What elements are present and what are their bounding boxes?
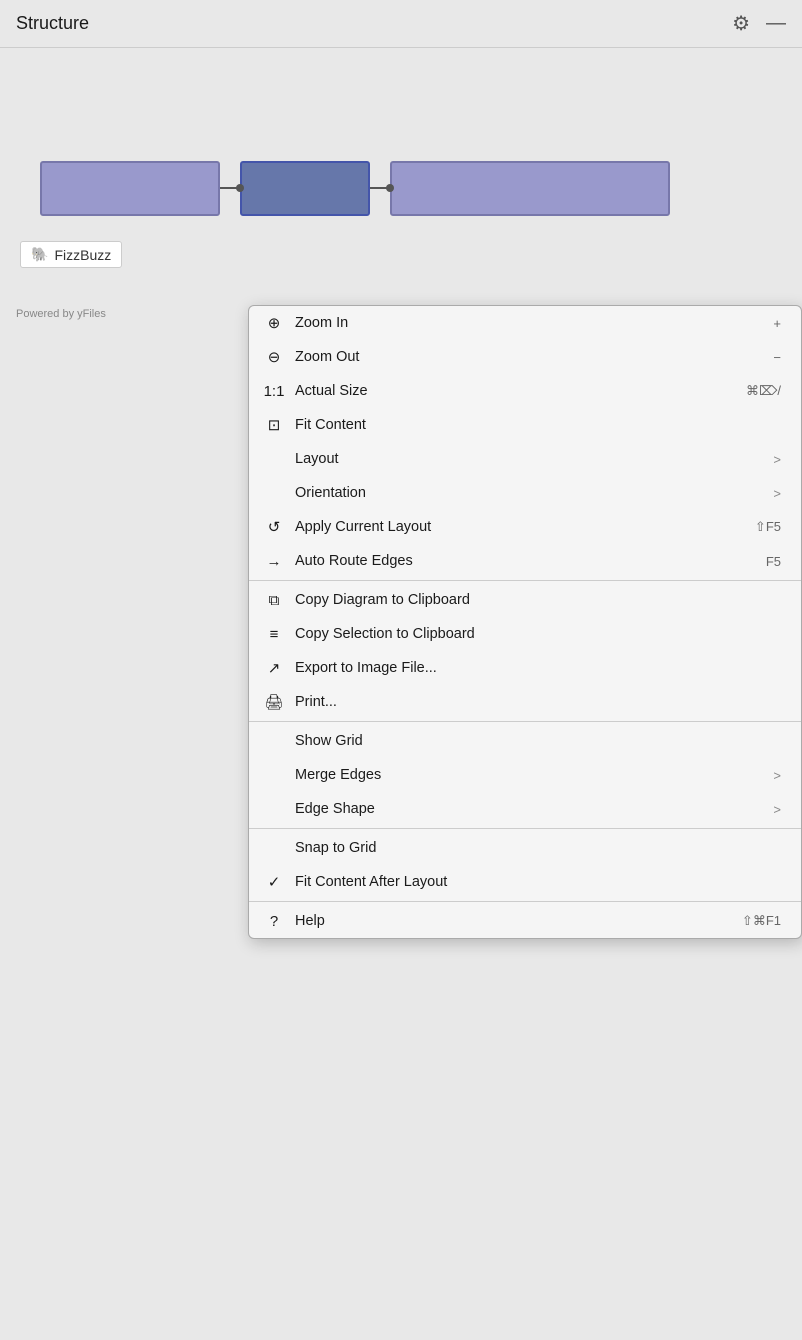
menu-item-fit-content-after-layout[interactable]: ✓ Fit Content After Layout xyxy=(249,865,801,899)
print-separator xyxy=(249,721,801,722)
zoom-in-shortcut: + xyxy=(773,316,781,331)
minimize-icon[interactable]: — xyxy=(766,12,786,35)
copy-diagram-left: ⧉ Copy Diagram to Clipboard xyxy=(263,592,470,609)
auto-route-edges-separator xyxy=(249,580,801,581)
apply-current-layout-shortcut: ⇧F5 xyxy=(755,519,781,535)
export-image-left: ↗ Export to Image File... xyxy=(263,659,437,677)
menu-item-help[interactable]: ? Help ⇧⌘F1 xyxy=(249,904,801,938)
apply-current-layout-label: Apply Current Layout xyxy=(295,519,431,535)
show-grid-left: Show Grid xyxy=(263,733,363,749)
menu-item-apply-current-layout[interactable]: ↺ Apply Current Layout ⇧F5 xyxy=(249,510,801,544)
apply-current-layout-left: ↺ Apply Current Layout xyxy=(263,518,431,536)
check-icon: ✓ xyxy=(263,873,285,891)
auto-route-edges-left: → Auto Route Edges xyxy=(263,553,413,570)
gear-icon[interactable]: ⚙ xyxy=(732,11,750,36)
snap-to-grid-label: Snap to Grid xyxy=(295,840,376,856)
print-icon: 🖨 xyxy=(263,693,285,711)
node-right[interactable] xyxy=(390,161,670,216)
layout-arrow: > xyxy=(773,452,781,467)
menu-item-export-image[interactable]: ↗ Export to Image File... xyxy=(249,651,801,685)
menu-item-copy-diagram[interactable]: ⧉ Copy Diagram to Clipboard xyxy=(249,583,801,617)
help-left: ? Help xyxy=(263,913,325,930)
copy-selection-left: ≡ Copy Selection to Clipboard xyxy=(263,626,475,643)
fit-content-left: ⊡ Fit Content xyxy=(263,416,366,434)
menu-item-merge-edges[interactable]: Merge Edges > xyxy=(249,758,801,792)
fizzbuzz-text: FizzBuzz xyxy=(54,247,111,263)
menu-item-print[interactable]: 🖨 Print... xyxy=(249,685,801,719)
copy-diagram-icon: ⧉ xyxy=(263,592,285,609)
connector-left xyxy=(220,187,240,189)
menu-item-zoom-in[interactable]: ⊕ Zoom In + xyxy=(249,306,801,340)
merge-edges-left: Merge Edges xyxy=(263,767,381,783)
fit-content-after-layout-label: Fit Content After Layout xyxy=(295,874,447,890)
fizzbuzz-icon: 🐘 xyxy=(31,246,48,263)
menu-item-snap-to-grid[interactable]: Snap to Grid xyxy=(249,831,801,865)
fit-content-after-layout-left: ✓ Fit Content After Layout xyxy=(263,873,447,891)
orientation-arrow: > xyxy=(773,486,781,501)
powered-by-label: Powered by yFiles xyxy=(16,308,106,320)
auto-route-edges-shortcut: F5 xyxy=(766,554,781,569)
actual-size-left: 1:1 Actual Size xyxy=(263,383,368,400)
print-label: Print... xyxy=(295,694,337,710)
menu-item-orientation[interactable]: Orientation > xyxy=(249,476,801,510)
edge-shape-label: Edge Shape xyxy=(295,801,375,817)
help-label: Help xyxy=(295,913,325,929)
snap-to-grid-left: Snap to Grid xyxy=(263,840,376,856)
zoom-out-icon: ⊖ xyxy=(263,348,285,366)
title-bar: Structure ⚙ — xyxy=(0,0,802,48)
orientation-label: Orientation xyxy=(295,485,366,501)
zoom-out-left: ⊖ Zoom Out xyxy=(263,348,359,366)
menu-item-edge-shape[interactable]: Edge Shape > xyxy=(249,792,801,826)
help-shortcut: ⇧⌘F1 xyxy=(742,913,781,929)
apply-current-layout-icon: ↺ xyxy=(263,518,285,536)
menu-item-copy-selection[interactable]: ≡ Copy Selection to Clipboard xyxy=(249,617,801,651)
fit-content-label: Fit Content xyxy=(295,417,366,433)
actual-size-icon: 1:1 xyxy=(263,383,285,400)
merge-edges-arrow: > xyxy=(773,768,781,783)
layout-left: Layout xyxy=(263,451,339,467)
fizzbuzz-label[interactable]: 🐘 FizzBuzz xyxy=(20,241,122,268)
edge-shape-arrow: > xyxy=(773,802,781,817)
layout-label: Layout xyxy=(295,451,339,467)
help-icon: ? xyxy=(263,913,285,930)
connector-right xyxy=(370,187,390,189)
fit-content-icon: ⊡ xyxy=(263,416,285,434)
node-center[interactable] xyxy=(240,161,370,216)
zoom-out-label: Zoom Out xyxy=(295,349,359,365)
title-bar-controls: ⚙ — xyxy=(732,11,786,36)
zoom-in-label: Zoom In xyxy=(295,315,348,331)
copy-selection-label: Copy Selection to Clipboard xyxy=(295,626,475,642)
fit-content-after-layout-separator xyxy=(249,901,801,902)
auto-route-edges-icon: → xyxy=(263,553,285,570)
edge-shape-separator xyxy=(249,828,801,829)
zoom-out-shortcut: − xyxy=(773,350,781,365)
zoom-in-icon: ⊕ xyxy=(263,314,285,332)
diagram-canvas: 🐘 FizzBuzz Powered by yFiles xyxy=(0,48,802,328)
copy-diagram-label: Copy Diagram to Clipboard xyxy=(295,592,470,608)
show-grid-label: Show Grid xyxy=(295,733,363,749)
auto-route-edges-label: Auto Route Edges xyxy=(295,553,413,569)
window-title: Structure xyxy=(16,13,89,34)
export-image-label: Export to Image File... xyxy=(295,660,437,676)
menu-item-actual-size[interactable]: 1:1 Actual Size ⌘⌦/ xyxy=(249,374,801,408)
export-image-icon: ↗ xyxy=(263,659,285,677)
print-left: 🖨 Print... xyxy=(263,693,337,711)
menu-item-layout[interactable]: Layout > xyxy=(249,442,801,476)
node-left[interactable] xyxy=(40,161,220,216)
orientation-left: Orientation xyxy=(263,485,366,501)
merge-edges-label: Merge Edges xyxy=(295,767,381,783)
diagram-nodes xyxy=(40,161,670,216)
zoom-in-left: ⊕ Zoom In xyxy=(263,314,348,332)
actual-size-shortcut: ⌘⌦/ xyxy=(746,383,781,399)
copy-selection-icon: ≡ xyxy=(263,626,285,643)
actual-size-label: Actual Size xyxy=(295,383,368,399)
menu-item-auto-route-edges[interactable]: → Auto Route Edges F5 xyxy=(249,544,801,578)
edge-shape-left: Edge Shape xyxy=(263,801,375,817)
context-menu: ⊕ Zoom In + ⊖ Zoom Out − 1:1 Actual Size… xyxy=(248,305,802,939)
menu-item-zoom-out[interactable]: ⊖ Zoom Out − xyxy=(249,340,801,374)
menu-item-fit-content[interactable]: ⊡ Fit Content xyxy=(249,408,801,442)
menu-item-show-grid[interactable]: Show Grid xyxy=(249,724,801,758)
